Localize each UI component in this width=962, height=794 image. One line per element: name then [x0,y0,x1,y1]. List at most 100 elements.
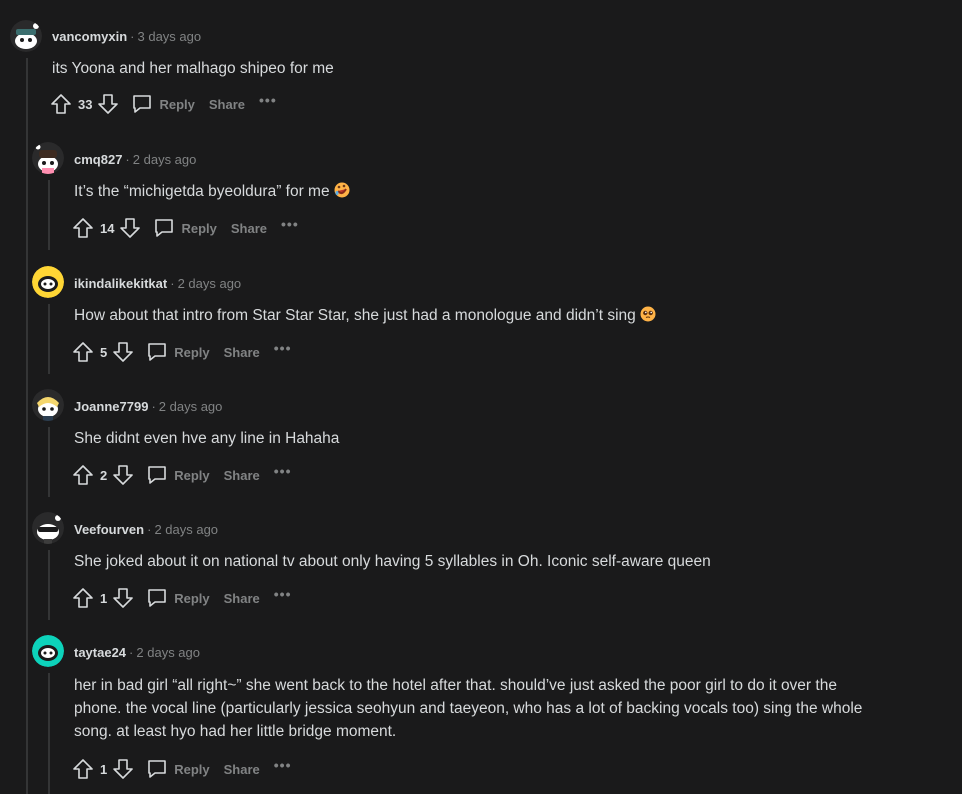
vote-score: 14 [100,220,115,236]
reply-label: Reply [174,761,210,777]
timestamp[interactable]: 2 days ago [178,276,242,291]
comment-bubble-icon [148,466,167,484]
more-options-button[interactable]: ••• [274,757,292,773]
share-button[interactable]: Share [209,97,245,112]
timestamp[interactable]: 2 days ago [159,399,223,414]
user-avatar[interactable] [10,20,42,52]
user-avatar[interactable] [32,142,64,174]
vote-score: 2 [100,467,108,483]
separator: · [130,29,135,44]
share-button[interactable]: Share [224,345,260,360]
reply-label: Reply [159,96,195,112]
more-options-button[interactable]: ••• [259,92,277,108]
username[interactable]: Veefourven [74,522,144,537]
reply-label: Reply [174,590,210,606]
reply-label: Reply [181,220,217,236]
comment-text: How about that intro from Star Star Star… [74,304,656,329]
comment-text: its Yoona and her malhago shipeo for me [52,60,334,77]
comment-actions: 5 Reply Share ••• [72,340,292,364]
comment-bubble-icon [155,219,174,237]
reply-button[interactable]: Reply [146,341,210,363]
more-options-button[interactable]: ••• [274,463,292,479]
comment-text: It’s the “michigetda byeoldura” for me [74,180,350,205]
separator: · [151,399,156,414]
reply-button[interactable]: Reply [131,93,195,115]
user-avatar[interactable] [32,266,64,298]
upvote-icon[interactable] [72,587,94,609]
username[interactable]: cmq827 [74,152,122,167]
comment-actions: 1 Reply Share ••• [72,586,292,610]
downvote-icon[interactable] [112,341,134,363]
vote-score: 5 [100,344,108,360]
comment-bubble-icon [148,343,167,361]
rofl-emoji-icon [334,182,350,205]
comment-bubble-icon [148,760,167,778]
comment-text-content: How about that intro from Star Star Star… [74,307,636,324]
comment-actions: 14 Reply Share ••• [72,216,299,240]
reply-button[interactable]: Reply [146,587,210,609]
upvote-icon[interactable] [72,464,94,486]
vote-score: 33 [78,96,93,112]
thread-line-comment-4[interactable] [48,427,50,497]
pleading-emoji-icon [640,306,656,329]
reply-label: Reply [174,344,210,360]
thread-line-root[interactable] [26,58,28,794]
comment-meta: Veefourven · 2 days ago [74,522,218,538]
comment-text: She joked about it on national tv about … [74,553,711,570]
more-options-button[interactable]: ••• [281,216,299,232]
upvote-icon[interactable] [72,217,94,239]
timestamp[interactable]: 2 days ago [133,152,197,167]
username[interactable]: ikindalikekitkat [74,276,167,291]
thread-line-comment-3[interactable] [48,304,50,374]
user-avatar[interactable] [32,635,64,667]
comment-meta: vancomyxin · 3 days ago [52,29,201,45]
upvote-icon[interactable] [50,93,72,115]
comment-actions: 2 Reply Share ••• [72,463,292,487]
upvote-icon[interactable] [72,758,94,780]
timestamp[interactable]: 2 days ago [154,522,218,537]
downvote-icon[interactable] [112,464,134,486]
reply-button[interactable]: Reply [153,217,217,239]
share-button[interactable]: Share [224,468,260,483]
user-avatar[interactable] [32,389,64,421]
comment-meta: taytae24 · 2 days ago [74,645,200,661]
vote-score: 1 [100,590,108,606]
separator: · [125,152,130,167]
comment-actions: 33 Reply Share ••• [50,92,277,116]
upvote-icon[interactable] [72,341,94,363]
share-button[interactable]: Share [224,762,260,777]
downvote-icon[interactable] [119,217,141,239]
comment-text-content: It’s the “michigetda byeoldura” for me [74,183,330,200]
separator: · [170,276,175,291]
thread-line-comment-5[interactable] [48,550,50,620]
share-button[interactable]: Share [224,591,260,606]
comment-text: She didnt even hve any line in Hahaha [74,430,340,447]
timestamp[interactable]: 2 days ago [136,645,200,660]
separator: · [129,645,134,660]
more-options-button[interactable]: ••• [274,586,292,602]
more-options-button[interactable]: ••• [274,340,292,356]
comment-bubble-icon [148,589,167,607]
downvote-icon[interactable] [97,93,119,115]
downvote-icon[interactable] [112,587,134,609]
comment-meta: Joanne7799 · 2 days ago [74,399,222,415]
username[interactable]: vancomyxin [52,29,127,44]
share-button[interactable]: Share [231,221,267,236]
username[interactable]: Joanne7799 [74,399,148,414]
comment-meta: ikindalikekitkat · 2 days ago [74,276,241,292]
comment-bubble-icon [133,95,152,113]
reply-button[interactable]: Reply [146,464,210,486]
timestamp[interactable]: 3 days ago [138,29,202,44]
comment-text-line: her in bad girl “all right~” she went ba… [74,677,837,694]
downvote-icon[interactable] [112,758,134,780]
thread-line-comment-2[interactable] [48,180,50,250]
thread-line-comment-6[interactable] [48,673,50,794]
user-avatar[interactable] [32,512,64,544]
comment-text-line: song. at least hyo had her little bridge… [74,723,397,740]
comment-meta: cmq827 · 2 days ago [74,152,196,168]
username[interactable]: taytae24 [74,645,126,660]
comment-actions: 1 Reply Share ••• [72,757,292,781]
comment-text-line: phone. the vocal line (particularly jess… [74,700,863,717]
vote-score: 1 [100,761,108,777]
reply-button[interactable]: Reply [146,758,210,780]
